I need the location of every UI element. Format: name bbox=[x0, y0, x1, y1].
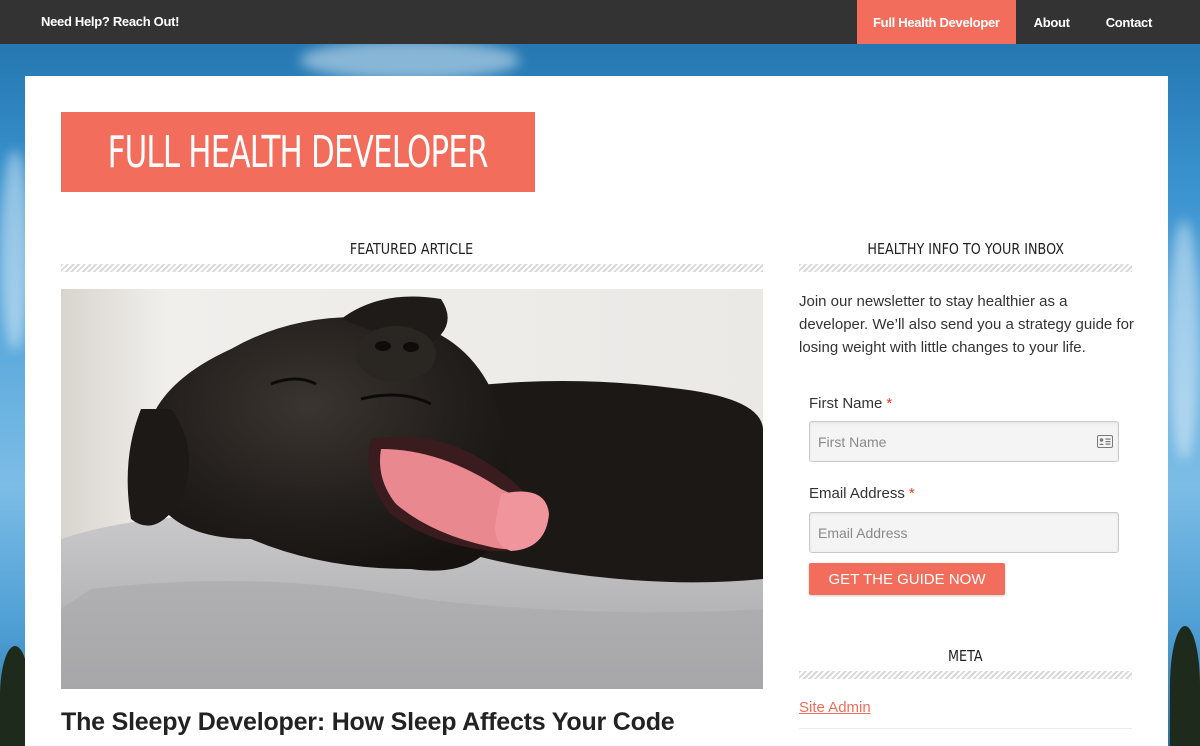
meta-heading: META bbox=[799, 647, 1132, 665]
site-title[interactable]: FULL HEALTH DEVELOPER bbox=[61, 112, 535, 192]
site-admin-link[interactable]: Site Admin bbox=[799, 699, 871, 716]
meta-divider bbox=[799, 728, 1132, 729]
meta-heading-text: META bbox=[948, 647, 983, 665]
site-title-text: FULL HEALTH DEVELOPER bbox=[107, 126, 489, 178]
newsletter-description: Join our newsletter to stay healthier as… bbox=[799, 293, 1134, 356]
sleeping-pug-photo bbox=[61, 289, 763, 689]
tree-silhouette bbox=[1170, 626, 1200, 746]
nav-item-full-health-developer[interactable]: Full Health Developer bbox=[857, 0, 1016, 44]
sky-cloud bbox=[1168, 220, 1200, 460]
featured-heading-text: FEATURED ARTICLE bbox=[350, 240, 474, 258]
featured-heading: FEATURED ARTICLE bbox=[61, 240, 763, 258]
content-card: FULL HEALTH DEVELOPER FEATURED ARTICLE T… bbox=[25, 76, 1168, 746]
email-input[interactable] bbox=[809, 512, 1119, 553]
first-name-input[interactable] bbox=[809, 421, 1119, 462]
article-title[interactable]: The Sleepy Developer: How Sleep Affects … bbox=[61, 708, 675, 737]
newsletter-heading: HEALTHY INFO TO YOUR INBOX bbox=[799, 240, 1132, 258]
first-name-label-text: First Name bbox=[809, 395, 883, 412]
top-bar: Need Help? Reach Out! Full Health Develo… bbox=[0, 0, 1200, 44]
heading-divider bbox=[799, 264, 1132, 272]
top-nav: Full Health Developer About Contact bbox=[857, 0, 1170, 44]
newsletter-heading-text: HEALTHY INFO TO YOUR INBOX bbox=[867, 240, 1064, 258]
featured-image[interactable] bbox=[61, 289, 763, 689]
nav-item-contact[interactable]: Contact bbox=[1088, 0, 1170, 44]
contact-card-icon[interactable] bbox=[1097, 435, 1113, 448]
first-name-label: First Name * bbox=[809, 395, 892, 412]
email-label: Email Address * bbox=[809, 485, 915, 502]
help-link[interactable]: Need Help? Reach Out! bbox=[41, 14, 179, 29]
required-marker: * bbox=[886, 395, 893, 412]
get-guide-button[interactable]: GET THE GUIDE NOW bbox=[809, 563, 1005, 595]
required-marker: * bbox=[908, 485, 915, 502]
sky-cloud bbox=[300, 40, 520, 80]
heading-divider bbox=[61, 264, 763, 272]
nav-item-about[interactable]: About bbox=[1016, 0, 1088, 44]
heading-divider bbox=[799, 671, 1132, 679]
email-label-text: Email Address bbox=[809, 485, 905, 502]
